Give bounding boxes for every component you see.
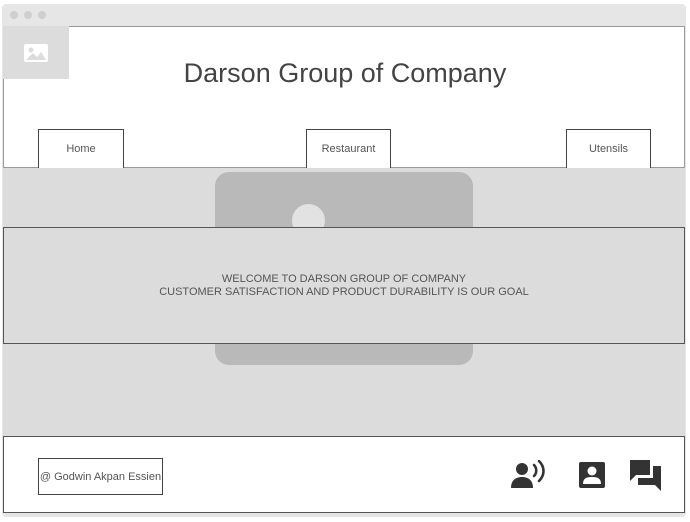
- window-dot-minimize[interactable]: [24, 11, 32, 19]
- footer-credit: @ Godwin Akpan Essien: [38, 458, 163, 495]
- contact-card-icon[interactable]: [574, 458, 610, 492]
- window-dot-maximize[interactable]: [38, 11, 46, 19]
- window-controls: [10, 11, 46, 19]
- nav-home-button[interactable]: Home: [38, 129, 124, 169]
- nav-utensils-button[interactable]: Utensils: [566, 129, 651, 169]
- record-voice-icon[interactable]: [510, 458, 546, 492]
- welcome-text: WELCOME TO DARSON GROUP OF COMPANY: [221, 272, 467, 285]
- tagline-text: CUSTOMER SATISFACTION AND PRODUCT DURABI…: [159, 285, 529, 298]
- chat-bubbles-icon[interactable]: [628, 458, 664, 492]
- nav-restaurant-button[interactable]: Restaurant: [306, 129, 391, 169]
- welcome-banner: WELCOME TO DARSON GROUP OF COMPANY CUSTO…: [3, 227, 685, 344]
- window-dot-close[interactable]: [10, 11, 18, 19]
- page-title: Darson Group of Company: [183, 58, 507, 88]
